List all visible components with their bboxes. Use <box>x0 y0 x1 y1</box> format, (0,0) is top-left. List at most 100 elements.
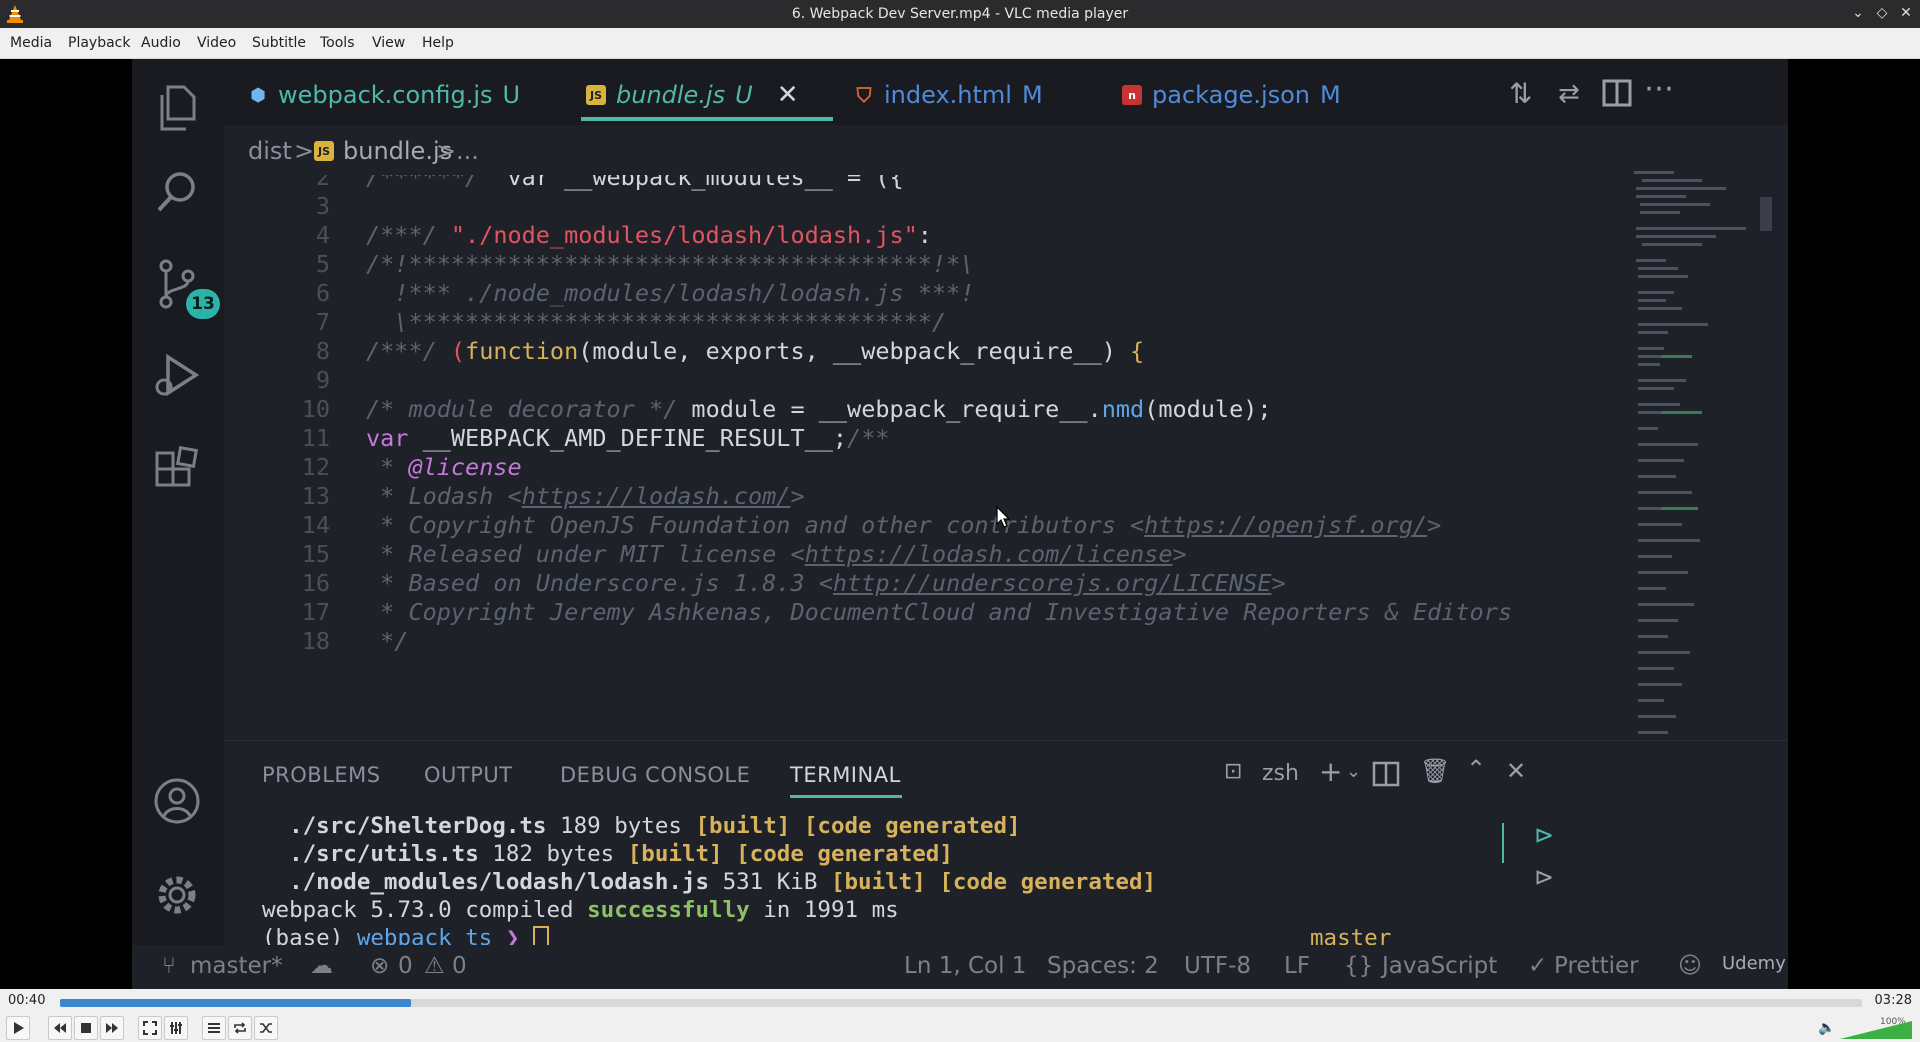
line-number: 7 <box>315 308 330 336</box>
line-number: 15 <box>301 540 330 568</box>
terminal-path: ./src/utils.ts <box>262 841 479 867</box>
error-icon: ⊗ <box>370 953 390 979</box>
menu-playback[interactable]: Playback <box>68 35 130 51</box>
code-line: * Copyright OpenJS Foundation and other … <box>366 511 1441 539</box>
close-window-icon[interactable]: ✕ <box>1898 4 1914 22</box>
video-surface[interactable]: 13 ⬢ webpack.config.js U JS bundle.js U … <box>0 59 1920 989</box>
menu-subtitle[interactable]: Subtitle <box>252 35 306 51</box>
warning-icon: ⚠ <box>424 953 445 979</box>
tab-status: M <box>1021 81 1043 109</box>
line-number: 6 <box>315 279 330 307</box>
playlist-button[interactable] <box>202 1016 226 1040</box>
split-editor-icon <box>1602 79 1632 107</box>
code-text: : <box>917 221 932 249</box>
line-number: 8 <box>315 337 330 365</box>
code-text: var __webpack_modules__ = ({ <box>507 175 904 191</box>
code-editor: 2 3 4 5 6 7 8 9 10 11 12 13 14 15 16 17 … <box>224 175 1664 740</box>
code-link[interactable]: https://lodash.com/ <box>522 482 791 510</box>
terminal-line: ./node_modules/lodash/lodash.js 531 KiB … <box>262 869 1156 895</box>
menu-video[interactable]: Video <box>197 35 236 51</box>
active-tab-underline <box>581 117 833 121</box>
code-text: module = __webpack_require__. <box>691 395 1102 423</box>
seek-bar[interactable] <box>60 999 1862 1007</box>
run-debug-icon <box>150 349 204 403</box>
sync-cloud-icon: ☁ <box>310 953 333 979</box>
code-link[interactable]: https://openjsf.org/ <box>1144 511 1427 539</box>
loop-button[interactable] <box>228 1016 252 1040</box>
status-formatter: Prettier <box>1554 953 1639 979</box>
terminal-flags: [built] [code generated] <box>627 841 953 867</box>
panel-tab-output: OUTPUT <box>424 763 513 787</box>
panel-tab-debug-console: DEBUG CONSOLE <box>560 763 751 787</box>
volume-slider[interactable] <box>1840 1020 1912 1040</box>
next-button[interactable] <box>100 1016 124 1040</box>
extensions-icon <box>150 442 204 496</box>
menu-view[interactable]: View <box>372 35 405 51</box>
tab-package-json: n package.json M <box>1122 77 1341 113</box>
line-number: 16 <box>301 569 330 597</box>
stop-button[interactable] <box>74 1016 98 1040</box>
menu-help[interactable]: Help <box>422 35 454 51</box>
close-tab-icon: ✕ <box>776 80 799 110</box>
terminal-success: successfully <box>587 897 750 923</box>
code-comment: * <box>366 453 409 481</box>
mouse-cursor-icon <box>996 505 1011 528</box>
tab-status: U <box>502 81 521 109</box>
code-link[interactable]: https://lodash.com/license <box>805 540 1173 568</box>
panel-tab-terminal: TERMINAL <box>790 763 901 787</box>
maximize-icon[interactable]: ◇ <box>1874 4 1890 22</box>
total-time: 03:28 <box>1874 993 1912 1008</box>
trash-icon: 🗑 <box>1420 757 1451 785</box>
extended-settings-button[interactable] <box>164 1016 188 1040</box>
code-comment-line: \*************************************/ <box>366 308 947 336</box>
code-text: (module, exports, __webpack_require__) <box>578 337 1131 365</box>
line-number: 3 <box>315 192 330 220</box>
code-line: /* module decorator */ module = __webpac… <box>366 395 1272 423</box>
speaker-icon[interactable]: 🔈 <box>1818 1020 1835 1036</box>
code-line: /***/ (function(module, exports, __webpa… <box>366 337 1144 365</box>
status-warnings: 0 <box>452 953 467 979</box>
toggle-changes-icon: ⇄ <box>1558 79 1580 109</box>
menu-audio[interactable]: Audio <box>141 35 181 51</box>
line-number: 2 <box>315 175 330 191</box>
code-doc-tag: @license <box>408 453 522 481</box>
code-keyword: function <box>465 337 579 365</box>
tab-status: M <box>1320 81 1341 109</box>
menu-tools[interactable]: Tools <box>320 35 355 51</box>
git-branch-icon: ⑂ <box>162 953 176 979</box>
panel-tab-problems: PROBLEMS <box>262 763 381 787</box>
code-string: "./node_modules/lodash/lodash.js" <box>450 221 918 249</box>
tab-bundle-js-active: JS bundle.js U ✕ <box>586 77 799 113</box>
line-number: 18 <box>301 627 330 655</box>
activity-bar: 13 <box>132 59 224 989</box>
code-link[interactable]: http://underscorejs.org/LICENSE <box>833 569 1272 597</box>
tab-status: U <box>735 81 753 109</box>
previous-button[interactable] <box>48 1016 72 1040</box>
line-number: 17 <box>301 598 330 626</box>
code-line: * Based on Underscore.js 1.8.3 <http://u… <box>366 569 1286 597</box>
terminal-icon: ⊡ <box>1224 759 1243 784</box>
fullscreen-button[interactable] <box>138 1016 162 1040</box>
new-terminal-icon: + <box>1319 755 1343 788</box>
shuffle-button[interactable] <box>254 1016 278 1040</box>
status-cursor-position: Ln 1, Col 1 <box>904 953 1027 979</box>
code-comment-line: /*!*************************************… <box>366 250 975 278</box>
line-number: 10 <box>301 395 330 423</box>
seek-progress <box>60 999 412 1007</box>
line-number: 9 <box>315 366 330 394</box>
status-encoding: UTF-8 <box>1184 953 1252 979</box>
status-indentation: Spaces: 2 <box>1047 953 1159 979</box>
code-line: * @license <box>366 453 522 481</box>
code-text: __WEBPACK_AMD_DEFINE_RESULT__; <box>422 424 848 452</box>
play-button[interactable] <box>6 1016 30 1040</box>
terminal-line: ./src/ShelterDog.ts 189 bytes [built] [c… <box>262 813 1021 839</box>
more-actions-icon: ⋯ <box>1644 71 1674 106</box>
terminal-size: 182 bytes <box>478 841 628 867</box>
code-comment: /******/ <box>366 175 508 191</box>
editor-tabs: ⬢ webpack.config.js U JS bundle.js U ✕ ⛉… <box>224 59 1788 125</box>
line-number: 14 <box>301 511 330 539</box>
minimize-icon[interactable]: ⌄ <box>1850 4 1866 22</box>
braces-icon: {} <box>1344 953 1374 979</box>
menu-media[interactable]: Media <box>10 35 52 51</box>
terminal-flags: [built] [code generated] <box>695 813 1021 839</box>
